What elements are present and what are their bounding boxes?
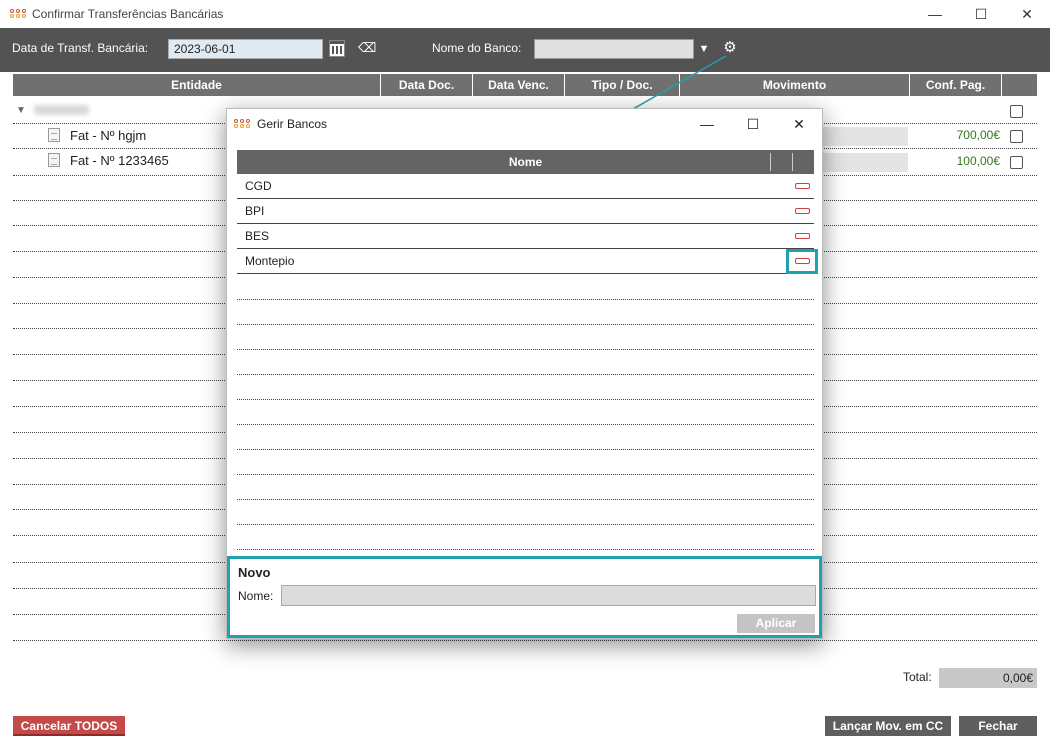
group-checkbox[interactable] <box>1010 105 1023 118</box>
bank-name: Montepio <box>245 254 295 268</box>
eraser-icon[interactable]: ⌫ <box>358 40 376 56</box>
dialog-maximize-button[interactable]: ☐ <box>730 109 776 139</box>
bank-row-bes[interactable]: BES <box>237 224 814 249</box>
new-bank-name-input[interactable] <box>281 585 816 606</box>
remove-icon[interactable] <box>795 183 810 189</box>
remove-icon[interactable] <box>795 208 810 214</box>
launch-movement-button[interactable]: Lançar Mov. em CC <box>825 716 951 736</box>
column-data-doc[interactable]: Data Doc. <box>381 74 473 96</box>
remove-highlight-frame <box>786 249 818 274</box>
name-label: Nome: <box>238 589 274 603</box>
document-label: Fat - Nº 1233465 <box>70 152 169 168</box>
amount-value: 100,00€ <box>956 154 1000 168</box>
row-checkbox[interactable] <box>1010 156 1023 169</box>
column-movimento[interactable]: Movimento <box>680 74 910 96</box>
close-button[interactable]: ✕ <box>1004 0 1050 28</box>
dialog-close-button[interactable]: ✕ <box>776 109 822 139</box>
bank-label: Nome do Banco: <box>432 41 522 55</box>
column-entidade[interactable]: Entidade <box>13 74 381 96</box>
banks-column-header: Nome <box>237 150 814 174</box>
entity-group-row[interactable]: ▼ <box>13 98 89 122</box>
column-conf-pag[interactable]: Conf. Pag. <box>910 74 1002 96</box>
cancel-all-button[interactable]: Cancelar TODOS <box>13 716 125 736</box>
table-row[interactable]: Fat - Nº 1233465 <box>13 148 169 172</box>
filter-toolbar: Data de Transf. Bancária: ⌫ Nome do Banc… <box>0 28 1050 72</box>
remove-icon[interactable] <box>795 233 810 239</box>
bank-row-bpi[interactable]: BPI <box>237 199 814 224</box>
maximize-button[interactable]: ☐ <box>958 0 1004 28</box>
document-label: Fat - Nº hgjm <box>70 127 147 143</box>
bank-name: BPI <box>245 204 265 218</box>
bank-row-cgd[interactable]: CGD <box>237 174 814 199</box>
dialog-title-bar: Gerir Bancos — ☐ ✕ <box>227 109 822 139</box>
row-checkbox[interactable] <box>1010 130 1023 143</box>
entity-name-redacted <box>33 105 89 115</box>
new-bank-panel: Novo Nome: Aplicar <box>227 556 822 638</box>
grid-header: Entidade Data Doc. Data Venc. Tipo / Doc… <box>13 74 1037 96</box>
date-label: Data de Transf. Bancária: <box>12 41 149 55</box>
chevron-down-icon[interactable]: ▼ <box>696 39 712 59</box>
close-main-button[interactable]: Fechar <box>959 716 1037 736</box>
table-row[interactable]: Fat - Nº hgjm <box>13 123 146 147</box>
bank-row-montepio[interactable]: Montepio <box>237 249 814 274</box>
bank-name: CGD <box>245 179 272 193</box>
dialog-minimize-button[interactable]: — <box>684 109 730 139</box>
app-logo-icon <box>234 119 250 129</box>
column-tipo-doc[interactable]: Tipo / Doc. <box>565 74 680 96</box>
calendar-icon[interactable] <box>329 40 345 57</box>
dialog-title: Gerir Bancos <box>257 117 328 131</box>
new-bank-title: Novo <box>238 565 271 580</box>
column-nome[interactable]: Nome <box>509 155 542 169</box>
bank-select[interactable] <box>534 39 694 59</box>
date-input[interactable] <box>168 39 323 59</box>
minimize-button[interactable]: — <box>912 0 958 28</box>
apply-button[interactable]: Aplicar <box>737 614 815 633</box>
total-label: Total: <box>903 670 932 684</box>
document-icon <box>48 128 60 142</box>
title-bar: Confirmar Transferências Bancárias — ☐ ✕ <box>0 0 1050 28</box>
total-value: 0,00€ <box>939 668 1037 688</box>
bank-name: BES <box>245 229 270 243</box>
expand-arrow-icon[interactable]: ▼ <box>16 105 26 116</box>
app-logo-icon <box>10 9 26 19</box>
document-icon <box>48 153 60 167</box>
manage-banks-dialog: Gerir Bancos — ☐ ✕ Nome CGD BPI BES Mont… <box>226 108 823 639</box>
column-spacer <box>1002 74 1037 96</box>
window-title: Confirmar Transferências Bancárias <box>32 7 224 21</box>
amount-value: 700,00€ <box>956 128 1000 142</box>
column-data-venc[interactable]: Data Venc. <box>473 74 565 96</box>
gear-icon[interactable]: ⚙ <box>722 40 738 56</box>
